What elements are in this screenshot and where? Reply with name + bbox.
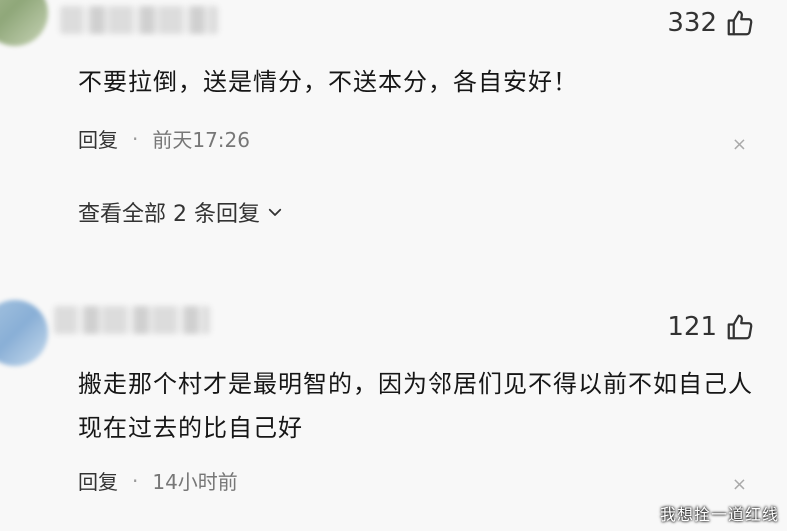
comment-text: 不要拉倒，送是情分，不送本分，各自安好！	[78, 68, 578, 96]
comment-item: 332 不要拉倒，送是情分，不送本分，各自安好！ 回复 · 前天17:26 × …	[0, 0, 787, 270]
timestamp: 14小时前	[152, 470, 238, 494]
avatar[interactable]	[0, 0, 48, 46]
like-area[interactable]: 121	[667, 312, 755, 342]
avatar[interactable]	[0, 300, 48, 366]
comment-meta: 回复 · 14小时前	[78, 466, 238, 495]
comment-item: 121 搬走那个村才是最明智的，因为邻居们见不得以前不如自己人现在过去的比自己好…	[0, 290, 787, 531]
like-count: 121	[667, 312, 717, 342]
comment-meta: 回复 · 前天17:26	[78, 124, 250, 153]
thumbs-up-icon[interactable]	[725, 312, 755, 342]
reply-button[interactable]: 回复	[78, 124, 118, 153]
like-count: 332	[667, 8, 717, 38]
close-icon[interactable]: ×	[732, 474, 747, 495]
close-icon[interactable]: ×	[732, 134, 747, 155]
watermark: 我想拴一道红线	[659, 505, 779, 524]
comment-text: 搬走那个村才是最明智的，因为邻居们见不得以前不如自己人现在过去的比自己好	[78, 370, 753, 442]
like-area[interactable]: 332	[667, 8, 755, 38]
meta-separator: ·	[132, 468, 139, 493]
view-replies-button[interactable]: 查看全部 2 条回复	[78, 196, 284, 228]
reply-button[interactable]: 回复	[78, 466, 118, 495]
timestamp: 前天17:26	[152, 128, 250, 152]
chevron-down-icon	[268, 208, 282, 216]
username-blurred[interactable]	[60, 6, 218, 34]
username-blurred[interactable]	[54, 306, 210, 334]
view-replies-label: 查看全部 2 条回复	[78, 202, 260, 227]
thumbs-up-icon[interactable]	[725, 8, 755, 38]
meta-separator: ·	[132, 126, 139, 151]
